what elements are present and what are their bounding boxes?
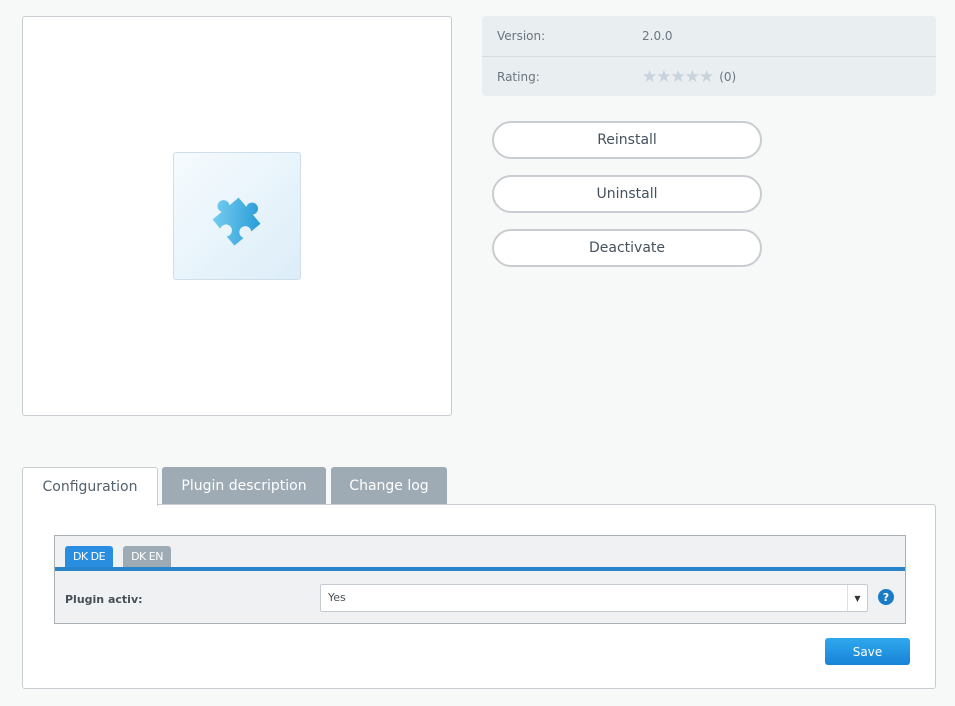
plugin-activ-label: Plugin activ: <box>65 593 143 606</box>
version-label: Version: <box>497 29 546 43</box>
subtab-bar <box>55 567 905 571</box>
reinstall-button[interactable]: Reinstall <box>492 121 762 159</box>
chevron-down-icon[interactable]: ▼ <box>847 585 867 611</box>
plugin-info: Version: 2.0.0 Rating: ★★★★★ (0) <box>482 16 936 96</box>
save-button[interactable]: Save <box>825 638 910 665</box>
uninstall-button[interactable]: Uninstall <box>492 175 762 213</box>
deactivate-button[interactable]: Deactivate <box>492 229 762 267</box>
version-value: 2.0.0 <box>642 29 673 43</box>
configuration-panel: DK DE DK EN Plugin activ: Yes ▼ ? Save <box>22 504 936 689</box>
subtab-dk-de[interactable]: DK DE <box>65 546 113 567</box>
plugin-activ-select[interactable]: Yes ▼ <box>320 584 868 612</box>
rating-count: (0) <box>719 69 737 84</box>
subtab-dk-en[interactable]: DK EN <box>123 546 171 567</box>
tab-configuration[interactable]: Configuration <box>22 467 158 506</box>
plugin-activ-value: Yes <box>328 591 346 604</box>
rating-label: Rating: <box>497 69 540 84</box>
plugin-image-panel <box>22 16 452 416</box>
config-form: DK DE DK EN Plugin activ: Yes ▼ ? <box>54 535 906 624</box>
tab-change-log[interactable]: Change log <box>331 467 447 505</box>
tab-plugin-description[interactable]: Plugin description <box>162 467 326 505</box>
plugin-thumbnail <box>173 152 301 280</box>
help-icon[interactable]: ? <box>878 589 894 605</box>
puzzle-piece-icon <box>212 197 261 246</box>
star-rating-icon: ★★★★★ <box>642 66 714 87</box>
